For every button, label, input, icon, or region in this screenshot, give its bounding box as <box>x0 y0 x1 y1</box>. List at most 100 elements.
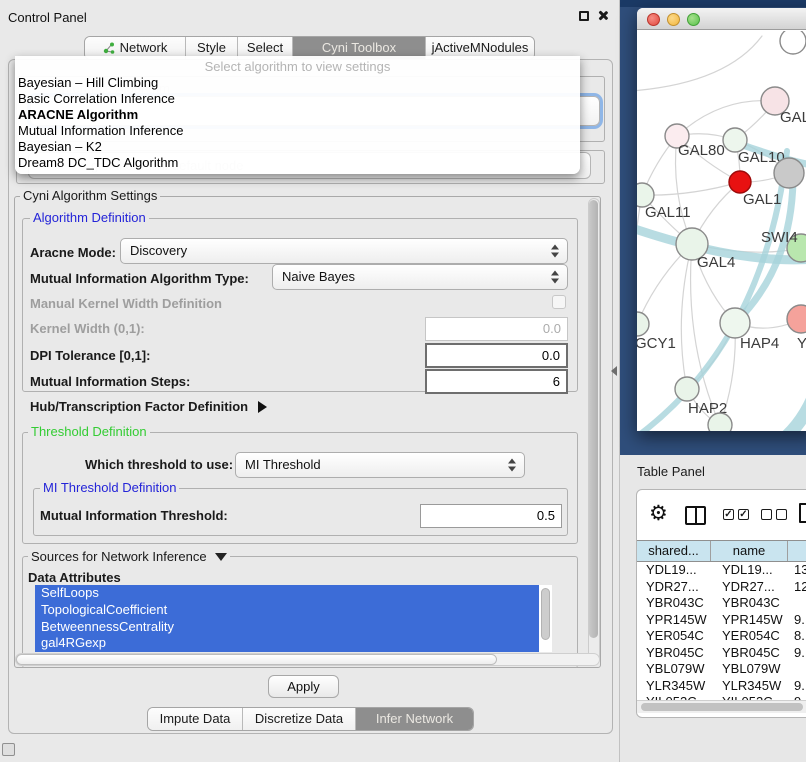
table-panel-title: Table Panel <box>637 464 705 479</box>
hub-definition-expander[interactable]: Hub/Transcription Factor Definition <box>30 399 267 414</box>
network-node[interactable] <box>729 171 751 193</box>
table-row[interactable]: YLR345WYLR345W9. <box>638 678 806 695</box>
mac-close-icon[interactable] <box>647 13 660 26</box>
dpi-tolerance-field[interactable]: 0.0 <box>425 343 568 368</box>
dock-panel-icon[interactable] <box>2 743 15 756</box>
table-horizontal-scrollbar[interactable] <box>637 700 806 713</box>
network-node[interactable] <box>675 377 699 401</box>
data-attributes-list[interactable]: SelfLoopsTopologicalCoefficientBetweenne… <box>35 585 552 652</box>
table-cell: YPR145W <box>638 612 712 629</box>
table-cell: YLR345W <box>712 678 789 695</box>
mi-steps-field[interactable]: 6 <box>425 369 568 394</box>
table-row[interactable]: YER054CYER054C8. <box>638 628 806 645</box>
table-cell: YBR045C <box>638 645 712 662</box>
tab-infer-network[interactable]: Infer Network <box>356 708 473 730</box>
table-row[interactable]: YDR27...YDR27...12 <box>638 579 806 596</box>
algorithm-option[interactable]: Bayesian – Hill Climbing <box>15 75 580 91</box>
mi-threshold-field[interactable]: 0.5 <box>420 504 562 528</box>
network-node[interactable] <box>637 312 649 336</box>
spinner-arrows-icon <box>551 245 559 258</box>
table-cell: YER054C <box>712 628 789 645</box>
attribute-list-item[interactable]: BetweennessCentrality <box>35 619 539 636</box>
algorithm-option[interactable]: Mutual Information Inference <box>15 123 580 139</box>
settings-vertical-scrollbar-thumb[interactable] <box>589 200 598 638</box>
algorithm-option[interactable]: Dream8 DC_TDC Algorithm <box>15 155 580 171</box>
mac-zoom-icon[interactable] <box>687 13 700 26</box>
column-header[interactable]: name <box>711 541 788 561</box>
dpi-tolerance-label: DPI Tolerance [0,1]: <box>30 348 150 363</box>
dropdown-hint: Select algorithm to view settings <box>15 58 580 75</box>
select-all-columns-icon[interactable]: ✓ ✓ <box>723 509 749 520</box>
algorithm-definition-title: Algorithm Definition <box>30 211 149 224</box>
attribute-list-item[interactable]: TopologicalCoefficient <box>35 602 539 619</box>
network-node[interactable] <box>787 305 806 333</box>
column-header[interactable] <box>788 541 806 561</box>
sources-collapser[interactable]: Sources for Network Inference <box>28 549 230 564</box>
deselect-all-columns-icon[interactable] <box>761 509 787 520</box>
network-view-window[interactable]: GAL7GAL80GAL10GAL1GAL11SWI4GAL4GCY1HAP4Y… <box>637 8 806 431</box>
tab-impute-data[interactable]: Impute Data <box>148 708 243 730</box>
apply-button[interactable]: Apply <box>268 675 339 698</box>
checked-box-icon: ✓ <box>738 509 749 520</box>
network-node-label: GCY1 <box>637 335 676 352</box>
column-header[interactable]: shared... <box>637 541 711 561</box>
network-edge <box>637 36 762 91</box>
network-node[interactable] <box>720 308 750 338</box>
algorithm-option-list: Bayesian – Hill ClimbingBasic Correlatio… <box>15 75 580 171</box>
table-row[interactable]: YBR043CYBR043C <box>638 595 806 612</box>
table-cell: YLR345W <box>638 678 712 695</box>
which-threshold-combobox[interactable]: MI Threshold <box>235 452 525 478</box>
table-cell: YDL19... <box>712 562 789 579</box>
attribute-list-item[interactable]: gal4RGexp <box>35 635 539 652</box>
table-row[interactable]: YBL079WYBL079W <box>638 661 806 678</box>
table-row[interactable]: YDL19...YDL19...13 <box>638 562 806 579</box>
manual-kernel-checkbox[interactable] <box>552 295 566 309</box>
network-edge <box>642 182 740 195</box>
expander-arrow-icon <box>258 401 267 413</box>
network-edge-thick <box>737 383 806 431</box>
mi-type-combobox[interactable]: Naive Bayes <box>272 264 568 290</box>
float-window-icon[interactable] <box>579 11 589 21</box>
network-node[interactable] <box>774 158 804 188</box>
tab-label: Discretize Data <box>255 711 343 726</box>
list-scrollbar-thumb[interactable] <box>541 588 550 640</box>
table-cell: YDR27... <box>638 579 712 596</box>
mac-minimize-icon[interactable] <box>667 13 680 26</box>
sources-title: Sources for Network Inference <box>31 549 207 564</box>
cyni-bottom-tabbar: Impute Data Discretize Data Infer Networ… <box>147 707 474 731</box>
aracne-mode-label: Aracne Mode: <box>30 245 116 260</box>
network-window-titlebar[interactable] <box>637 8 806 30</box>
algorithm-option[interactable]: Bayesian – K2 <box>15 139 580 155</box>
gear-icon[interactable]: ⚙ <box>649 503 668 524</box>
close-icon[interactable] <box>596 9 609 22</box>
network-canvas[interactable]: GAL7GAL80GAL10GAL1GAL11SWI4GAL4GCY1HAP4Y… <box>637 31 806 431</box>
aracne-mode-combobox[interactable]: Discovery <box>120 238 568 264</box>
table-cell: 9. <box>789 678 806 695</box>
network-node[interactable] <box>780 31 806 54</box>
node-table-window: ⚙ ✓ ✓ shared... name YDL19...YDL19...13Y… <box>636 489 806 718</box>
splitter-collapse-icon[interactable] <box>611 366 617 376</box>
kernel-width-field[interactable]: 0.0 <box>425 317 568 341</box>
spinner-arrows-icon <box>551 271 559 284</box>
unchecked-box-icon <box>761 509 772 520</box>
table-row[interactable]: YBR045CYBR045C9. <box>638 645 806 662</box>
mi-threshold-label: Mutual Information Threshold: <box>40 508 228 523</box>
algorithm-option[interactable]: ARACNE Algorithm <box>15 107 580 123</box>
window-title: Control Panel <box>8 10 87 25</box>
network-node-label: SWI4 <box>761 229 798 246</box>
network-node-label: Y <box>797 335 806 352</box>
document-icon[interactable] <box>799 503 806 523</box>
attribute-list-item[interactable]: SelfLoops <box>35 585 539 602</box>
settings-horizontal-scrollbar-thumb[interactable] <box>16 654 497 665</box>
network-node[interactable] <box>708 413 732 431</box>
table-row[interactable]: YPR145WYPR145W9. <box>638 612 806 629</box>
checked-box-icon: ✓ <box>723 509 734 520</box>
tab-discretize-data[interactable]: Discretize Data <box>243 708 356 730</box>
tab-label: jActiveMNodules <box>432 40 529 55</box>
tab-label: Style <box>197 40 226 55</box>
mi-type-value: Naive Bayes <box>282 269 355 284</box>
table-horizontal-scrollbar-thumb[interactable] <box>641 703 803 711</box>
table-body: YDL19...YDL19...13YDR27...YDR27...12YBR0… <box>638 562 806 700</box>
algorithm-option[interactable]: Basic Correlation Inference <box>15 91 580 107</box>
columns-icon[interactable] <box>685 506 706 525</box>
